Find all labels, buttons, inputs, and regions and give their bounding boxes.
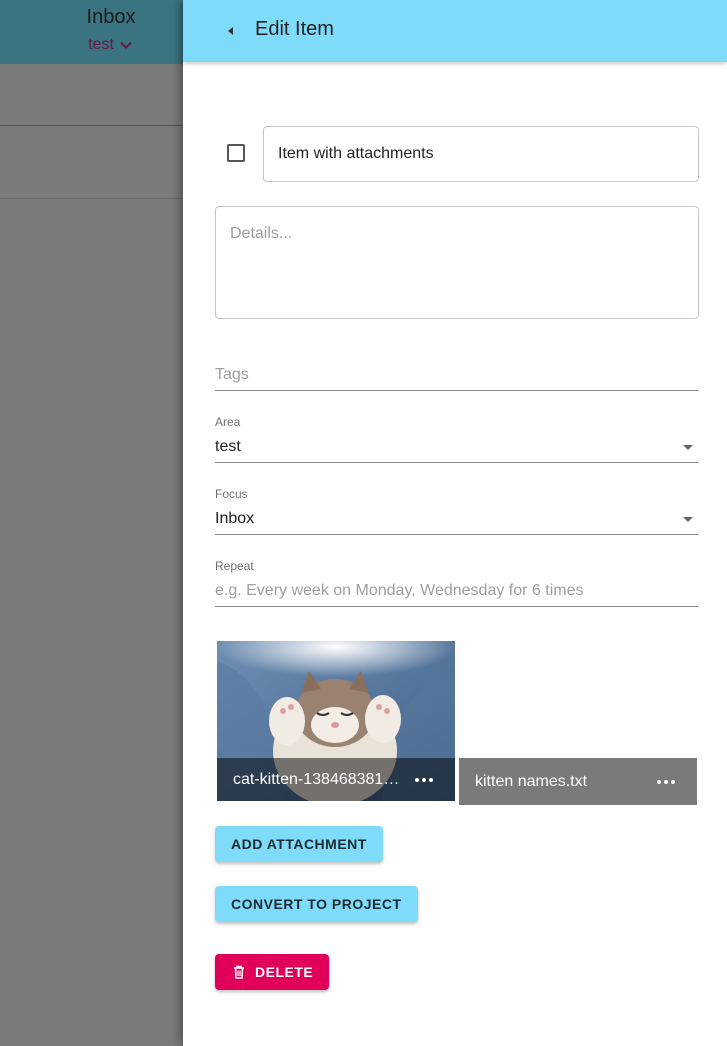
delete-button[interactable]: Delete xyxy=(215,954,330,990)
attachment-title-bar: cat-kitten-138468381.j... xyxy=(217,758,455,801)
more-options-icon[interactable] xyxy=(651,774,681,790)
repeat-placeholder: e.g. Every week on Monday, Wednesday for… xyxy=(215,582,584,599)
field-underline xyxy=(215,390,699,391)
field-underline xyxy=(215,534,699,535)
completed-checkbox[interactable] xyxy=(227,144,245,162)
attachment-image-tile[interactable]: cat-kitten-138468381.j... xyxy=(217,641,455,801)
dropdown-arrow-icon[interactable] xyxy=(683,445,693,450)
add-attachment-button[interactable]: Add Attachment xyxy=(215,826,383,862)
item-title-input[interactable] xyxy=(263,126,699,182)
more-options-icon[interactable] xyxy=(409,772,439,788)
repeat-label: Repeat xyxy=(215,559,254,573)
area-select[interactable]: Area test xyxy=(215,412,699,463)
back-button[interactable] xyxy=(219,19,243,43)
background-subtitle-text: test xyxy=(88,36,114,53)
convert-to-project-button[interactable]: Convert to Project xyxy=(215,886,418,922)
field-underline xyxy=(215,462,699,463)
attachment-name: kitten names.txt xyxy=(475,772,588,790)
drawer-header: Edit Item xyxy=(183,0,727,62)
attachment-file-tile[interactable]: kitten names.txt xyxy=(459,758,697,805)
edit-item-drawer: Edit Item Tags Area test Focus Inbox Rep… xyxy=(183,0,727,1046)
focus-select[interactable]: Focus Inbox xyxy=(215,484,699,535)
area-label: Area xyxy=(215,415,241,429)
dropdown-arrow-icon[interactable] xyxy=(683,517,693,522)
attachment-name: cat-kitten-138468381.j... xyxy=(233,770,401,788)
repeat-field[interactable]: Repeat e.g. Every week on Monday, Wednes… xyxy=(215,556,699,607)
trash-icon xyxy=(234,965,244,979)
background-divider xyxy=(0,125,183,126)
background-divider xyxy=(0,198,183,199)
tags-field[interactable]: Tags xyxy=(215,360,699,391)
field-underline xyxy=(215,606,699,607)
focus-value: Inbox xyxy=(215,510,255,527)
drawer-title: Edit Item xyxy=(255,18,334,40)
caret-left-icon xyxy=(228,27,233,35)
delete-label: Delete xyxy=(255,964,314,980)
details-textarea[interactable] xyxy=(215,206,699,319)
chevron-down-icon xyxy=(120,41,132,49)
tags-placeholder: Tags xyxy=(215,366,249,383)
focus-label: Focus xyxy=(215,487,248,501)
area-value: test xyxy=(215,438,241,455)
